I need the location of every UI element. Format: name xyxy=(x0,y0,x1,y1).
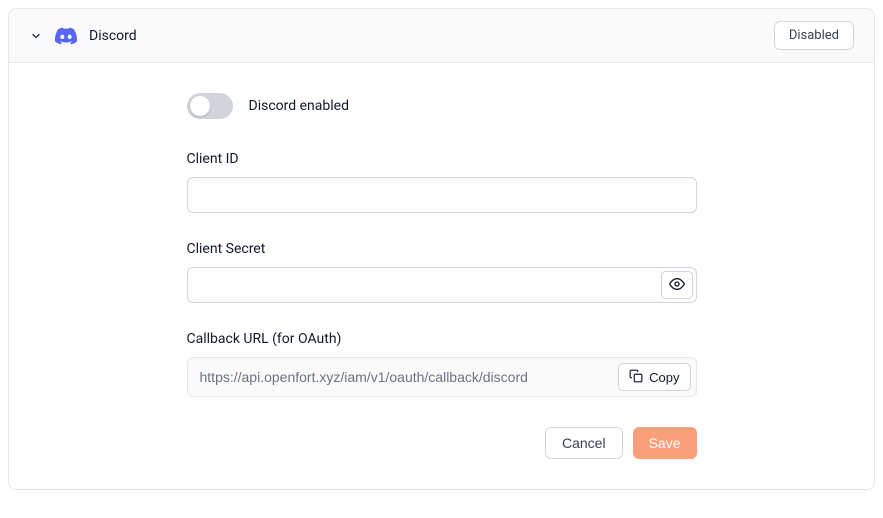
copy-icon xyxy=(629,369,643,386)
form-container: Discord enabled Client ID Client Secret xyxy=(187,93,697,459)
save-button[interactable]: Save xyxy=(633,427,697,459)
callback-wrapper: Copy xyxy=(187,357,697,397)
chevron-down-icon[interactable] xyxy=(29,29,43,43)
client-secret-wrapper xyxy=(187,267,697,303)
panel-header: Discord Disabled xyxy=(9,9,874,63)
toggle-row: Discord enabled xyxy=(187,93,697,119)
toggle-knob xyxy=(190,96,210,116)
button-row: Cancel Save xyxy=(187,427,697,459)
reveal-secret-button[interactable] xyxy=(661,271,693,299)
copy-button[interactable]: Copy xyxy=(618,363,690,391)
eye-icon xyxy=(669,276,685,295)
enable-toggle[interactable] xyxy=(187,93,233,119)
provider-title: Discord xyxy=(89,28,137,44)
copy-label: Copy xyxy=(649,370,679,385)
client-secret-group: Client Secret xyxy=(187,241,697,303)
provider-panel: Discord Disabled Discord enabled Client … xyxy=(8,8,875,490)
client-id-input[interactable] xyxy=(187,177,697,213)
panel-body: Discord enabled Client ID Client Secret xyxy=(9,63,874,489)
header-left: Discord xyxy=(29,25,137,47)
toggle-label: Discord enabled xyxy=(249,98,349,114)
discord-icon xyxy=(55,25,77,47)
client-id-label: Client ID xyxy=(187,151,697,167)
status-badge: Disabled xyxy=(774,21,854,50)
callback-label: Callback URL (for OAuth) xyxy=(187,331,697,347)
callback-group: Callback URL (for OAuth) Copy xyxy=(187,331,697,397)
client-secret-input[interactable] xyxy=(187,267,697,303)
client-id-group: Client ID xyxy=(187,151,697,213)
cancel-button[interactable]: Cancel xyxy=(545,427,623,459)
client-secret-label: Client Secret xyxy=(187,241,697,257)
